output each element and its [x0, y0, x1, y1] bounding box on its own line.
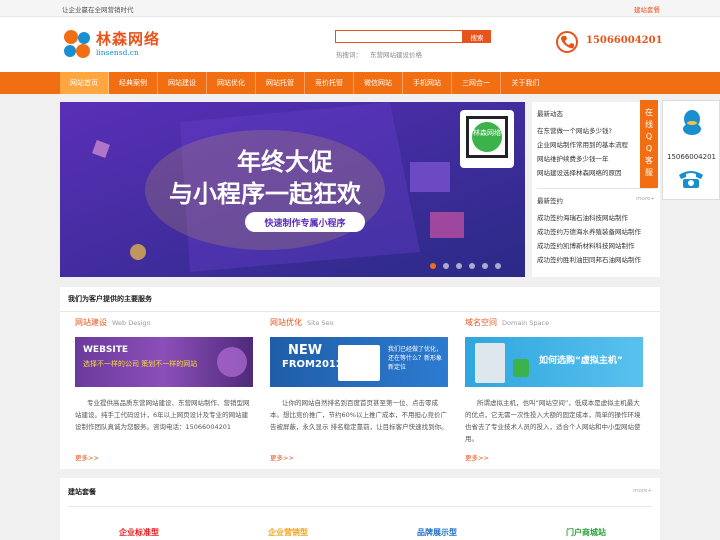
float-phone: 15066004201 [667, 153, 716, 161]
top-bar: 让企业赢在全网营销时代 建站套餐 [0, 0, 720, 17]
logo[interactable]: 林森网络 linsensd.cn [62, 27, 182, 63]
phone-icon [556, 31, 578, 53]
hot-label: 热搜词： [336, 51, 362, 59]
signed-item[interactable]: 成功签约凯博新材料科技网站制作 [537, 239, 655, 253]
service-image-line: 选择不一样的公司 策划不一样的网站 [83, 360, 198, 368]
nav-item-web-build[interactable]: 网站建设 [158, 72, 207, 94]
service-web-design: 网站建设 Web Design WEBSITE 选择不一样的公司 策划不一样的网站… [75, 317, 253, 462]
service-title[interactable]: 网站优化 [270, 318, 302, 327]
hero-banner[interactable]: 林森网络 快速制作专属小程序 年终大促 与小程序一起狂欢 [60, 102, 525, 277]
banner-headline-2: 与小程序一起狂欢 [169, 180, 362, 208]
service-image-web[interactable]: WEBSITE 选择不一样的公司 策划不一样的网站 [75, 337, 253, 387]
slide-dot[interactable] [482, 263, 488, 269]
slide-dot[interactable] [443, 263, 449, 269]
news-item[interactable]: 在东营做一个网站多少钱? [537, 124, 655, 138]
phone-number: 15066004201 [586, 35, 663, 46]
divider [68, 506, 652, 507]
signed-header: 最新签约 more+ [532, 189, 660, 209]
news-item[interactable]: 企业网站制作常用到的基本流程 [537, 138, 655, 152]
service-more-link[interactable]: 更多>> [465, 452, 489, 462]
qr-badge-text: 林森网络 [473, 128, 501, 137]
service-more-link[interactable]: 更多>> [75, 452, 99, 462]
service-image-domain[interactable]: 如何选购“虚拟主机” [465, 337, 643, 387]
service-seo: 网站优化 Site Seo NEW FROM2012 我们已经做了优化，还在等什么… [270, 317, 448, 462]
main-nav: 网站首页 经典案例 网站建设 网站优化 网站托管 竞价托管 微信网站 手机网站 … [0, 72, 720, 94]
signed-list: 成功签约海瑞石油科技网站制作 成功签约万德海水养殖装备网站制作 成功签约凯博新材… [532, 209, 660, 269]
nav-item-hosting[interactable]: 网站托管 [256, 72, 305, 94]
search-button[interactable]: 搜索 [463, 30, 491, 43]
signed-item[interactable]: 成功签约海瑞石油科技网站制作 [537, 211, 655, 225]
nav-item-bidding[interactable]: 竞价托管 [305, 72, 354, 94]
telephone-icon[interactable] [677, 167, 705, 189]
qq-service-label: 在线QQ客服 [645, 108, 653, 177]
signed-more-link[interactable]: more+ [636, 196, 655, 202]
packages-more-link[interactable]: more+ [633, 488, 652, 494]
nav-item-cases[interactable]: 经典案例 [109, 72, 158, 94]
qq-service-tab[interactable]: 在线QQ客服 [640, 100, 658, 188]
logo-mark-icon [64, 30, 90, 58]
nav-item-mobile[interactable]: 手机网站 [403, 72, 452, 94]
services-section: 我们为客户提供的主要服务 网站建设 Web Design WEBSITE 选择不一… [60, 287, 660, 469]
banner-headline-1: 年终大促 [237, 148, 333, 176]
logo-domain: linsensd.cn [96, 48, 139, 57]
nav-item-wechat[interactable]: 微信网站 [354, 72, 403, 94]
news-item[interactable]: 网站建设选择林森网络的原因 [537, 166, 655, 180]
signed-title: 最新签约 [537, 197, 563, 205]
service-heading: 网站优化 Site Seo [270, 317, 448, 328]
service-subtitle: Domain Space [502, 319, 550, 327]
slide-dot[interactable] [456, 263, 462, 269]
service-image-line: 我们已经做了优化，还在等什么？新形象 新定位 [388, 346, 443, 371]
news-item[interactable]: 网站维护续费多少钱一年 [537, 152, 655, 166]
header: 林森网络 linsensd.cn 搜索 热搜词： 东营网站建设价格 1506600… [0, 17, 720, 72]
service-domain-space: 域名空间 Domain Space 如何选购“虚拟主机” 所谓虚拟主机，也叫“网站… [465, 317, 643, 462]
hot-word-link[interactable]: 东营网站建设价格 [370, 51, 422, 59]
signed-item[interactable]: 成功签约胜利油田同邦石油网站制作 [537, 253, 655, 267]
service-image-seo[interactable]: NEW FROM2012 我们已经做了优化，还在等什么？新形象 新定位 [270, 337, 448, 387]
service-image-sub: FROM2012 [282, 359, 343, 370]
package-brand[interactable]: 品牌展示型 [417, 527, 457, 538]
service-image-line: 如何选购“虚拟主机” [539, 356, 623, 366]
banner-graphic: 林森网络 快速制作专属小程序 年终大促 与小程序一起狂欢 [60, 102, 525, 277]
service-desc: 所谓虚拟主机，也叫“网站空间”，低成本是虚拟主机最大的优点，它无需一次性投入大额… [465, 399, 641, 443]
service-subtitle: Web Design [112, 319, 151, 327]
service-heading: 域名空间 Domain Space [465, 317, 643, 328]
service-title[interactable]: 网站建设 [75, 318, 107, 327]
search-box: 搜索 [335, 30, 491, 43]
signed-item[interactable]: 成功签约万德海水养殖装备网站制作 [537, 225, 655, 239]
qq-icon[interactable] [681, 109, 703, 135]
slide-dot[interactable] [495, 263, 501, 269]
service-image-big: NEW [288, 343, 323, 358]
slide-dot[interactable] [469, 263, 475, 269]
packages-title: 建站套餐 [68, 488, 96, 496]
service-desc: 专业提供高品质东营网站建设、东营网站制作、营销型网站建设。纯手工代码设计，6年以… [75, 399, 250, 431]
services-title: 我们为客户提供的主要服务 [60, 287, 660, 312]
service-more-link[interactable]: 更多>> [270, 452, 294, 462]
package-marketing[interactable]: 企业营销型 [268, 527, 308, 538]
nav-item-about[interactable]: 关于我们 [501, 72, 550, 94]
nav-item-seo[interactable]: 网站优化 [207, 72, 256, 94]
service-title[interactable]: 域名空间 [465, 318, 497, 327]
package-portal-mall[interactable]: 门户商城站 [566, 527, 606, 538]
package-standard[interactable]: 企业标准型 [119, 527, 159, 538]
service-subtitle: Site Seo [307, 319, 334, 327]
slide-dot[interactable] [430, 263, 436, 269]
nav-item-three-in-one[interactable]: 三网合一 [452, 72, 501, 94]
service-image-big: WEBSITE [83, 345, 129, 355]
search-input[interactable] [335, 30, 463, 43]
service-desc: 让你的网站自然排名到百度首页甚至第一位、点击零成本。想比竞价推广，节约60%以上… [270, 399, 448, 431]
hot-words: 热搜词： 东营网站建设价格 [336, 49, 422, 59]
banner-cta: 快速制作专属小程序 [264, 217, 345, 229]
float-contact-box: 15066004201 [662, 100, 720, 200]
logo-name: 林森网络 [96, 30, 161, 48]
packages-section: 建站套餐 more+ 企业标准型 企业营销型 品牌展示型 门户商城站 [60, 478, 660, 540]
package-link[interactable]: 建站套餐 [634, 4, 660, 14]
slide-dots [430, 263, 508, 271]
service-heading: 网站建设 Web Design [75, 317, 253, 328]
nav-item-home[interactable]: 网站首页 [60, 72, 109, 94]
site-slogan: 让企业赢在全网营销时代 [62, 6, 134, 14]
